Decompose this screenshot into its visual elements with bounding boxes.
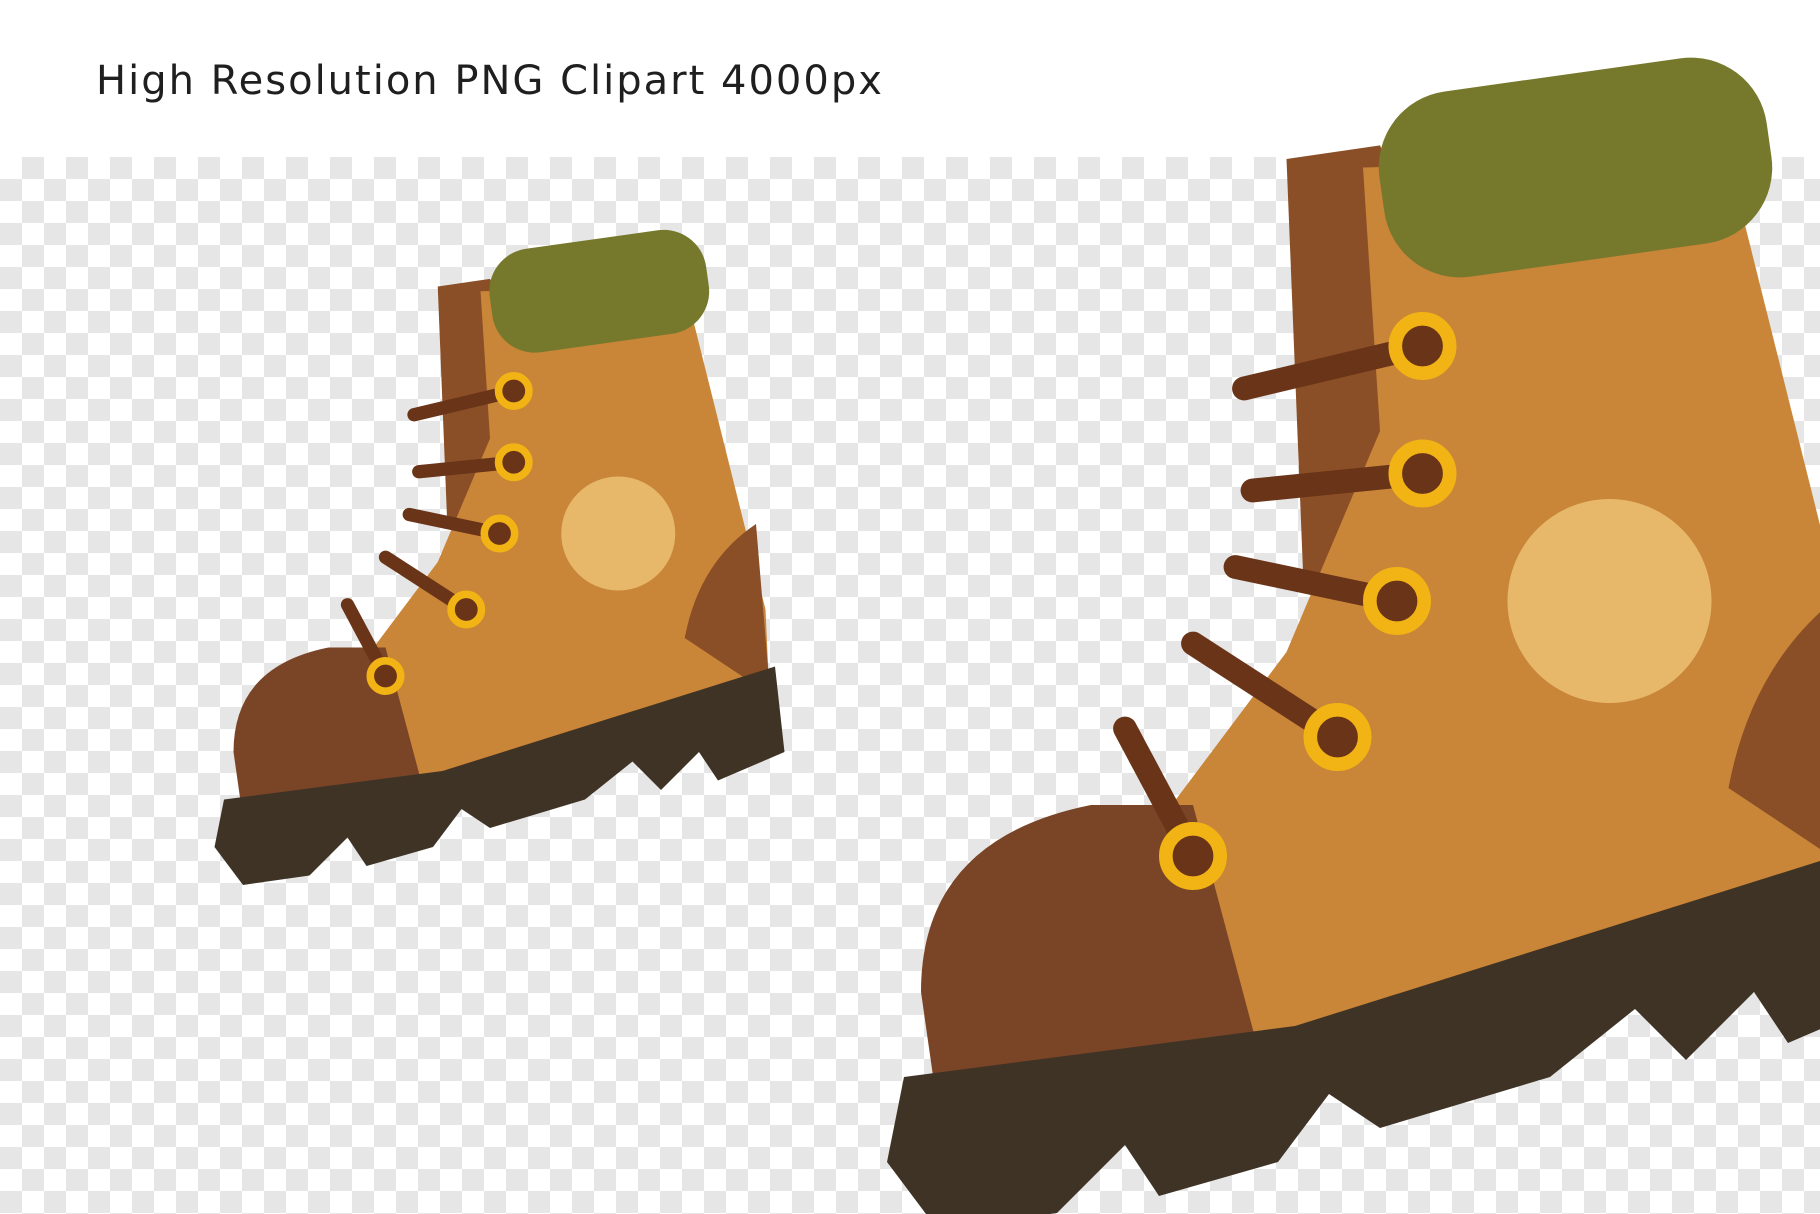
boots-illustration bbox=[0, 0, 1820, 1214]
boot-large bbox=[887, 48, 1820, 1214]
boot-small bbox=[215, 224, 785, 885]
